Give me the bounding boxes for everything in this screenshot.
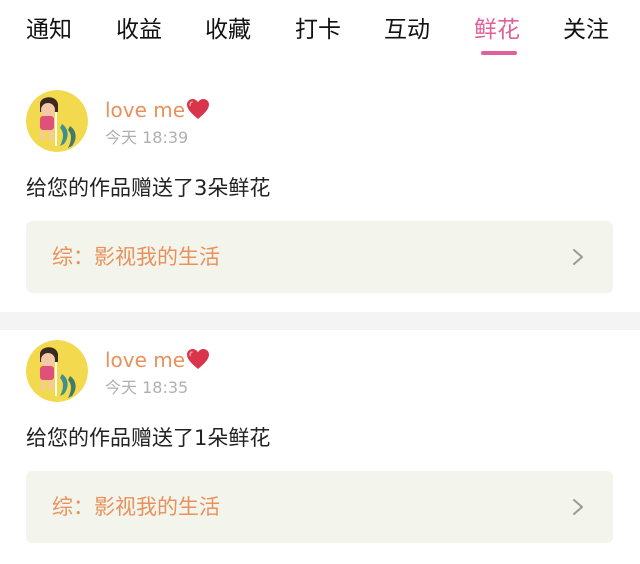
timestamp: 今天 18:35 xyxy=(105,378,189,397)
username[interactable]: love me xyxy=(105,346,210,374)
work-link-card[interactable]: 综：影视我的生活 xyxy=(26,221,613,293)
heart-icon xyxy=(187,99,210,119)
tab-earnings[interactable]: 收益 xyxy=(116,14,162,46)
avatar-image xyxy=(26,90,88,152)
chevron-right-icon xyxy=(573,249,583,265)
notification-message: 给您的作品赠送了1朵鲜花 xyxy=(26,426,271,450)
tab-following[interactable]: 关注 xyxy=(563,14,609,46)
avatar[interactable] xyxy=(26,90,88,152)
work-link-card[interactable]: 综：影视我的生活 xyxy=(26,471,613,543)
work-title: 综：影视我的生活 xyxy=(52,245,220,269)
tab-checkin[interactable]: 打卡 xyxy=(295,14,341,46)
heart-icon xyxy=(187,349,210,369)
notification-message: 给您的作品赠送了3朵鲜花 xyxy=(26,176,271,200)
section-divider xyxy=(0,312,640,330)
username-text: love me xyxy=(105,348,186,372)
tab-interactions[interactable]: 互动 xyxy=(384,14,430,46)
work-title: 综：影视我的生活 xyxy=(52,495,220,519)
timestamp: 今天 18:39 xyxy=(105,128,189,147)
notification-card: love me 今天 18:35 给您的作品赠送了1朵鲜花 综：影视我的生活 xyxy=(0,330,640,564)
tab-flowers[interactable]: 鲜花 xyxy=(474,14,520,46)
username-text: love me xyxy=(105,98,186,122)
active-tab-indicator xyxy=(481,51,517,55)
notification-card: love me 今天 18:39 给您的作品赠送了3朵鲜花 综：影视我的生活 xyxy=(0,80,640,312)
tab-bar: 通知 收益 收藏 打卡 互动 鲜花 关注 xyxy=(0,0,640,64)
avatar[interactable] xyxy=(26,340,88,402)
username[interactable]: love me xyxy=(105,96,210,124)
tab-favorites[interactable]: 收藏 xyxy=(205,14,251,46)
tab-notifications[interactable]: 通知 xyxy=(26,14,72,46)
avatar-image xyxy=(26,340,88,402)
chevron-right-icon xyxy=(573,499,583,515)
